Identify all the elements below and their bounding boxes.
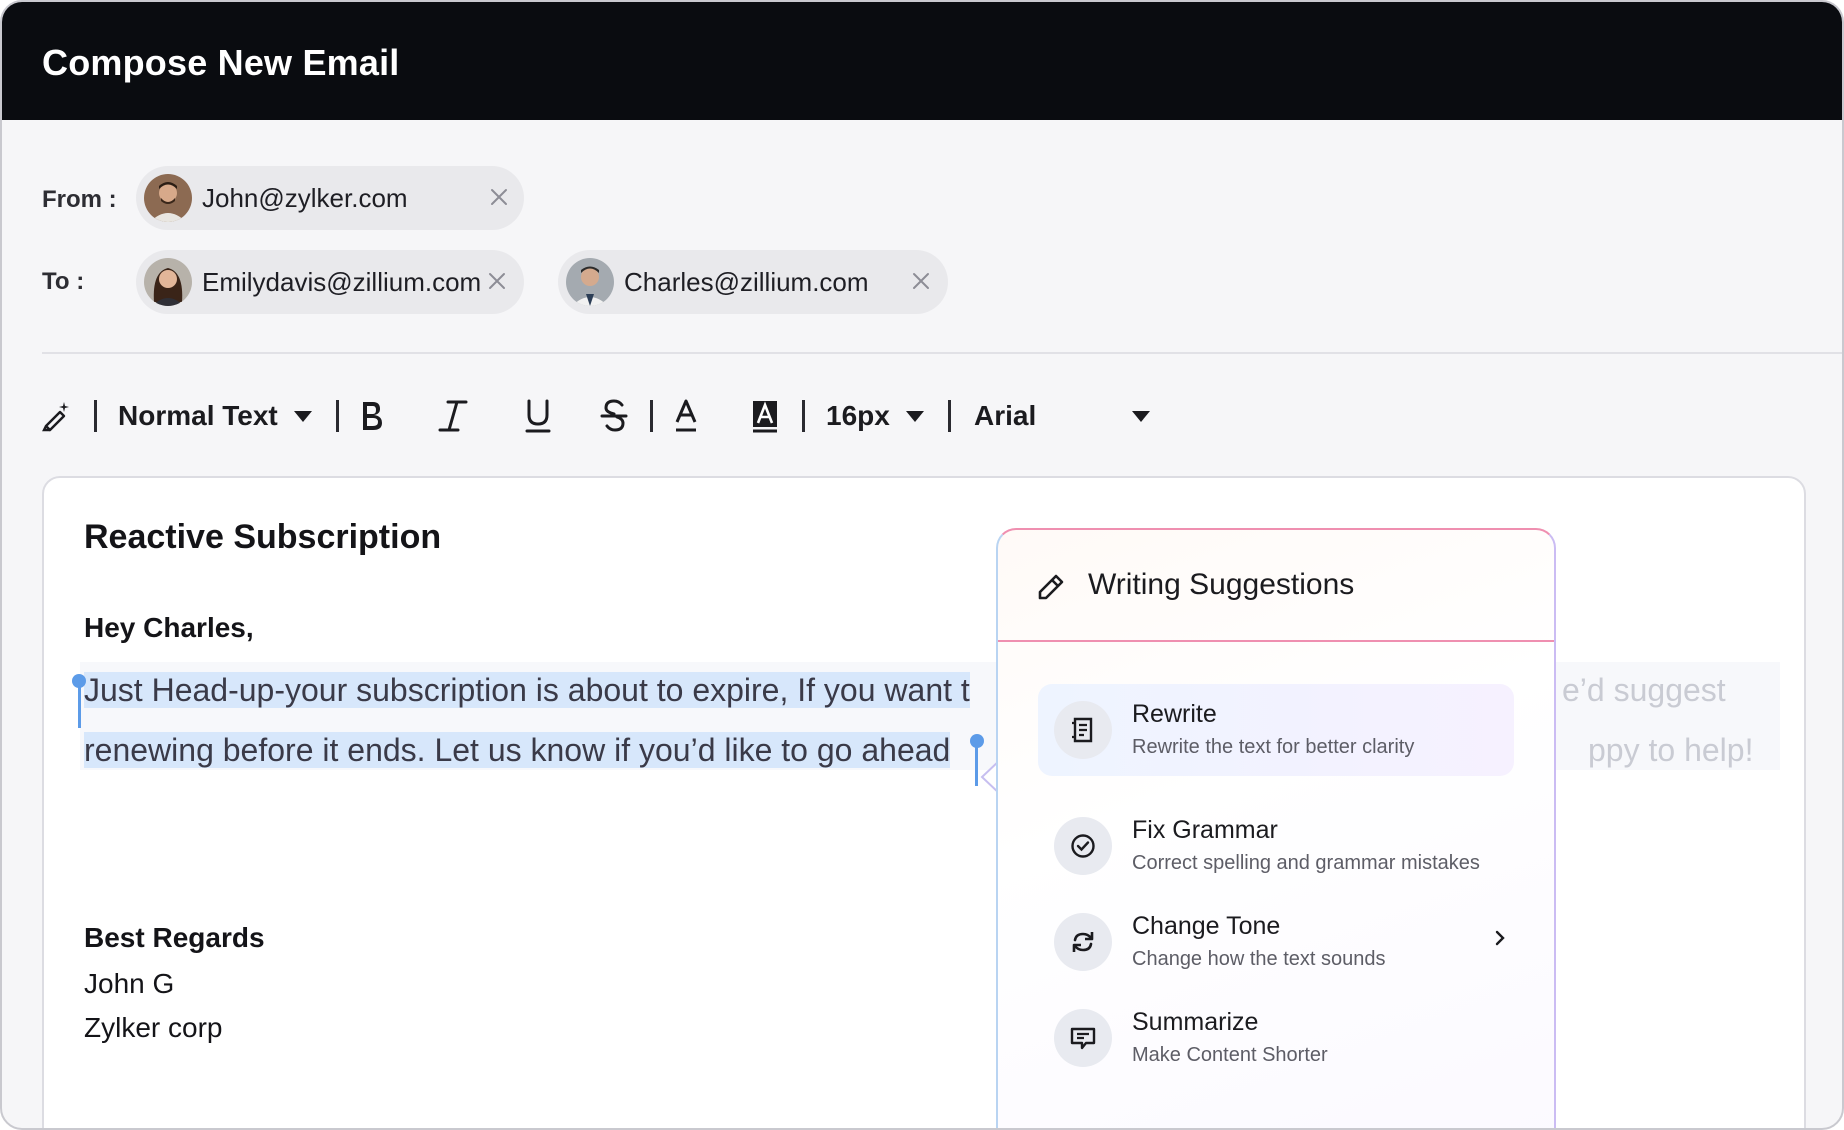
rewrite-icon	[1054, 701, 1112, 759]
chevron-down-icon	[293, 410, 312, 422]
title-bar: Compose New Email	[2, 2, 1842, 120]
chevron-down-icon	[905, 410, 924, 422]
suggestion-desc: Change how the text sounds	[1132, 948, 1386, 970]
pencil-icon	[1038, 574, 1064, 600]
remove-charles-close-icon[interactable]	[908, 268, 934, 294]
body-line-2: renewing before it ends. Let us know if …	[80, 724, 951, 776]
suggestion-title: Fix Grammar	[1132, 816, 1278, 844]
summarize-icon	[1054, 1009, 1112, 1067]
chevron-right-icon[interactable]	[1490, 926, 1510, 950]
refresh-icon	[1054, 913, 1112, 971]
header-divider	[42, 352, 1842, 354]
suggestion-desc: Rewrite the text for better clarity	[1132, 736, 1415, 758]
font-size-dropdown[interactable]: 16px	[826, 382, 926, 450]
selection-end-caret	[975, 740, 978, 786]
formatting-toolbar: Normal Text 16px Arial	[2, 382, 1202, 450]
suggestion-desc: Correct spelling and grammar mistakes	[1132, 852, 1480, 874]
to-chip-emily[interactable]: Emilydavis@zillium.com	[136, 250, 524, 314]
body-line-1-overflow: e’d suggest	[1562, 672, 1726, 708]
suggestion-summarize[interactable]: Summarize Make Content Shorter	[1038, 992, 1514, 1084]
compose-window: Compose New Email From : John@zylker.com…	[0, 0, 1844, 1130]
underline-icon	[525, 399, 551, 433]
suggestion-title: Change Tone	[1132, 912, 1281, 940]
highlight-button[interactable]	[750, 382, 780, 450]
toolbar-separator	[94, 400, 97, 432]
text-style-dropdown[interactable]: Normal Text	[118, 382, 316, 450]
font-family-dropdown[interactable]: Arial	[974, 382, 1154, 450]
suggestion-fix-grammar[interactable]: Fix Grammar Correct spelling and grammar…	[1038, 800, 1514, 892]
selected-text: Just Head-up-your subscription is about …	[84, 672, 970, 708]
to-chip-charles[interactable]: Charles@zillium.com	[558, 250, 948, 314]
selected-text: renewing before it ends. Let us know if …	[84, 732, 951, 768]
toolbar-separator	[802, 400, 805, 432]
email-subject: Reactive Subscription	[84, 518, 442, 556]
signoff-text: Best Regards	[84, 922, 265, 953]
chevron-down-icon[interactable]	[1132, 411, 1150, 422]
from-address: John@zylker.com	[202, 183, 408, 213]
underline-button[interactable]	[522, 382, 554, 450]
body-line-2-overflow: ppy to help!	[1588, 732, 1754, 768]
from-label: From :	[42, 186, 117, 213]
check-circle-icon	[1054, 817, 1112, 875]
suggestion-change-tone[interactable]: Change Tone Change how the text sounds	[1038, 896, 1514, 988]
bold-button[interactable]	[358, 382, 386, 450]
signature-name: John G	[84, 968, 175, 999]
text-color-icon	[675, 399, 697, 432]
selection-start-caret	[78, 682, 81, 728]
remove-from-close-icon[interactable]	[486, 184, 512, 210]
suggestion-rewrite[interactable]: Rewrite Rewrite the text for better clar…	[1038, 684, 1514, 776]
to-address-emily: Emilydavis@zillium.com	[202, 267, 482, 297]
signature-company: Zylker corp	[84, 1012, 223, 1043]
magic-wand-icon	[42, 402, 69, 432]
from-chip[interactable]: John@zylker.com	[136, 166, 524, 230]
font-size-value: 16px	[826, 400, 890, 431]
suggestion-title: Summarize	[1132, 1008, 1259, 1036]
remove-emily-close-icon[interactable]	[484, 268, 510, 294]
to-label: To :	[42, 268, 85, 295]
suggestions-title: Writing Suggestions	[1088, 568, 1355, 601]
strikethrough-icon	[600, 399, 628, 432]
italic-icon	[438, 400, 468, 432]
toolbar-separator	[336, 400, 339, 432]
suggestions-header: Writing Suggestions	[998, 530, 1554, 642]
text-style-value: Normal Text	[118, 400, 278, 431]
highlight-icon	[753, 401, 777, 433]
italic-button[interactable]	[436, 382, 470, 450]
text-color-button[interactable]	[672, 382, 700, 450]
toolbar-separator	[948, 400, 951, 432]
toolbar-separator	[650, 400, 653, 432]
email-greeting: Hey Charles,	[84, 612, 254, 643]
writing-suggestions-panel: Writing Suggestions Rewrite Rewrite the …	[996, 528, 1556, 1128]
window-title: Compose New Email	[42, 42, 400, 83]
bold-icon	[363, 402, 382, 430]
avatar	[144, 174, 192, 222]
body-line-1: Just Head-up-your subscription is about …	[80, 664, 970, 716]
suggestion-desc: Make Content Shorter	[1132, 1044, 1328, 1066]
avatar	[144, 258, 192, 306]
ai-assist-button[interactable]	[40, 382, 72, 450]
suggestion-title: Rewrite	[1132, 700, 1217, 728]
font-family-value: Arial	[974, 400, 1037, 431]
to-address-charles: Charles@zillium.com	[624, 267, 869, 297]
avatar	[566, 258, 614, 306]
strikethrough-button[interactable]	[598, 382, 630, 450]
